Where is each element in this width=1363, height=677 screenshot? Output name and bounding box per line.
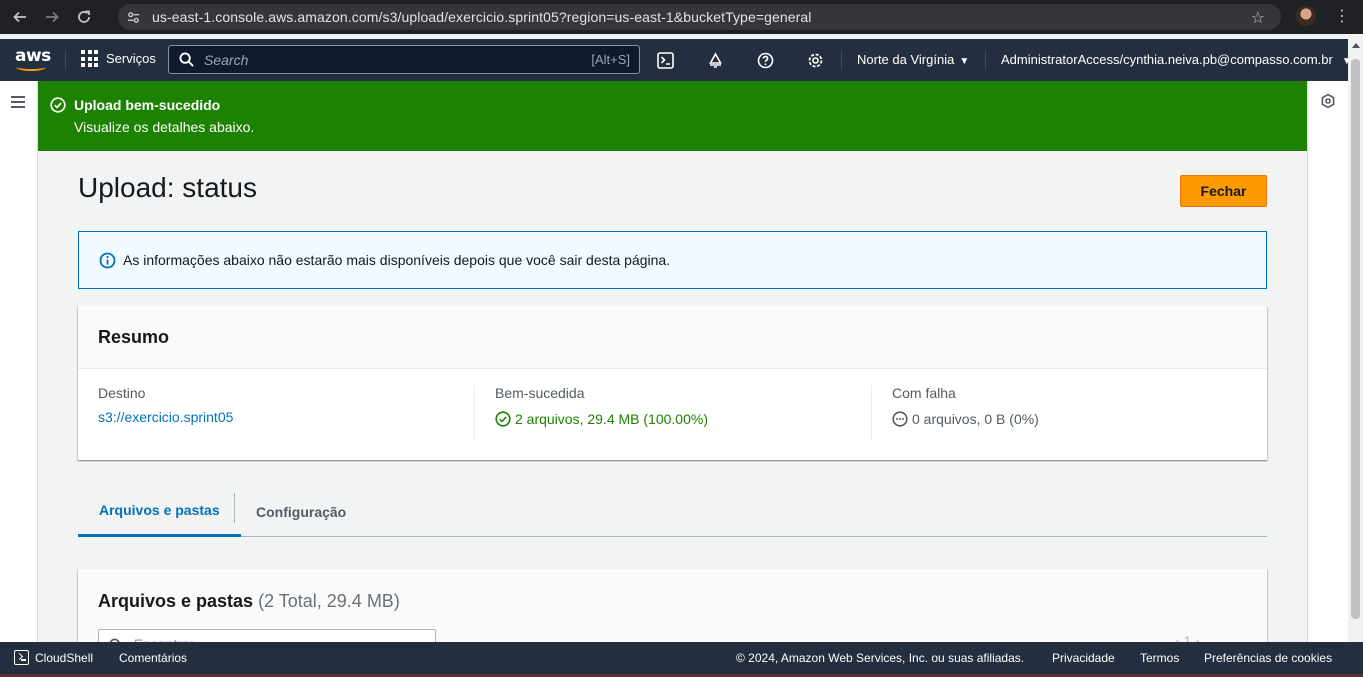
tab-configuration[interactable]: Configuração xyxy=(235,486,367,537)
forward-arrow-icon[interactable] xyxy=(40,5,64,29)
failed-column: Com falha 0 arquivos, 0 B (0%) xyxy=(892,385,1039,441)
tools-hexagon-icon[interactable] xyxy=(1320,93,1336,109)
success-value: 2 arquivos, 29.4 MB (100.00%) xyxy=(515,411,708,427)
divider xyxy=(474,385,475,441)
browser-toolbar: us-east-1.console.aws.amazon.com/s3/uplo… xyxy=(0,0,1363,34)
info-icon xyxy=(99,252,116,269)
aws-logo[interactable]: aws xyxy=(15,48,51,71)
console-footer: CloudShell Comentários © 2024, Amazon We… xyxy=(0,642,1363,674)
success-check-icon xyxy=(50,97,66,113)
files-count: (2 Total, 29.4 MB) xyxy=(258,591,400,611)
aws-top-nav: aws Serviços [Alt+S] Norte da Virgínia▼ … xyxy=(0,39,1352,81)
info-alert-text: As informações abaixo não estarão mais d… xyxy=(123,252,671,268)
divider xyxy=(871,385,872,441)
region-selector[interactable]: Norte da Virgínia ▼ xyxy=(857,52,969,67)
success-flashbar: Upload bem-sucedido Visualize os detalhe… xyxy=(38,81,1307,151)
footer-feedback-link[interactable]: Comentários xyxy=(119,651,187,665)
flash-title: Upload bem-sucedido xyxy=(74,97,221,113)
summary-header: Resumo xyxy=(78,306,1267,369)
cloudshell-icon xyxy=(14,650,29,665)
cloudshell-icon[interactable] xyxy=(655,50,675,70)
site-info-icon[interactable] xyxy=(124,8,142,26)
search-shortcut-hint: [Alt+S] xyxy=(591,52,630,67)
success-column: Bem-sucedida 2 arquivos, 29.4 MB (100.00… xyxy=(495,385,708,441)
flash-message: Visualize os detalhes abaixo. xyxy=(74,119,255,135)
footer-cookie-preferences-link[interactable]: Preferências de cookies xyxy=(1204,651,1332,665)
notifications-bell-icon[interactable] xyxy=(705,50,725,70)
destination-column: Destino s3://exercicio.sprint05 xyxy=(98,385,233,441)
files-table-container: Arquivos e pastas (2 Total, 29.4 MB) Enc… xyxy=(78,569,1267,649)
search-icon xyxy=(179,52,194,67)
destination-label: Destino xyxy=(98,385,146,401)
account-menu[interactable]: AdministratorAccess/cynthia.neiva.pb@com… xyxy=(1001,52,1352,67)
success-label: Bem-sucedida xyxy=(495,385,585,401)
search-input[interactable] xyxy=(204,51,564,68)
close-button[interactable]: Fechar xyxy=(1180,175,1267,207)
page-title: Upload: status xyxy=(78,172,257,203)
aws-smile-icon xyxy=(16,63,46,71)
failed-label: Com falha xyxy=(892,385,956,401)
summary-title: Resumo xyxy=(98,327,170,347)
failed-value: 0 arquivos, 0 B (0%) xyxy=(912,411,1039,427)
hamburger-menu-icon[interactable] xyxy=(11,96,25,108)
scroll-up-arrow-icon[interactable] xyxy=(1352,43,1360,48)
info-alert: As informações abaixo não estarão mais d… xyxy=(78,231,1267,289)
back-arrow-icon[interactable] xyxy=(8,5,32,29)
page-scrollbar[interactable] xyxy=(1348,39,1363,642)
settings-gear-icon[interactable] xyxy=(805,50,825,70)
caret-down-icon: ▼ xyxy=(959,56,970,67)
divider xyxy=(841,51,842,69)
pending-ellipsis-icon xyxy=(892,411,908,427)
address-bar[interactable]: us-east-1.console.aws.amazon.com/s3/uplo… xyxy=(118,4,1281,30)
files-table-title: Arquivos e pastas (2 Total, 29.4 MB) xyxy=(98,591,400,611)
search-bar[interactable]: [Alt+S] xyxy=(168,45,640,74)
services-menu-button[interactable]: Serviços xyxy=(81,50,156,67)
browser-menu-icon[interactable]: ⋮ xyxy=(1334,7,1350,27)
tab-bar: Arquivos e pastas Configuração xyxy=(78,486,1267,537)
scroll-thumb[interactable] xyxy=(1351,59,1360,619)
help-icon[interactable] xyxy=(755,50,775,70)
bookmark-star-icon[interactable]: ☆ xyxy=(1251,8,1265,28)
services-label: Serviços xyxy=(106,51,156,66)
tab-files-and-folders[interactable]: Arquivos e pastas xyxy=(78,486,241,537)
destination-bucket-link[interactable]: s3://exercicio.sprint05 xyxy=(98,409,233,425)
summary-container: Resumo Destino s3://exercicio.sprint05 B… xyxy=(78,306,1267,460)
footer-terms-link[interactable]: Termos xyxy=(1140,651,1179,665)
success-check-icon xyxy=(495,411,511,427)
tools-rail xyxy=(1307,81,1348,642)
side-navigation-rail xyxy=(0,81,38,642)
url-text[interactable]: us-east-1.console.aws.amazon.com/s3/uplo… xyxy=(152,9,812,25)
reload-icon[interactable] xyxy=(72,5,96,29)
profile-avatar[interactable] xyxy=(1296,6,1316,26)
footer-privacy-link[interactable]: Privacidade xyxy=(1052,651,1115,665)
divider xyxy=(65,51,66,69)
divider xyxy=(985,51,986,69)
footer-cloudshell-link[interactable]: CloudShell xyxy=(35,651,93,665)
services-grid-icon xyxy=(81,50,98,67)
footer-copyright: © 2024, Amazon Web Services, Inc. ou sua… xyxy=(736,651,1025,665)
